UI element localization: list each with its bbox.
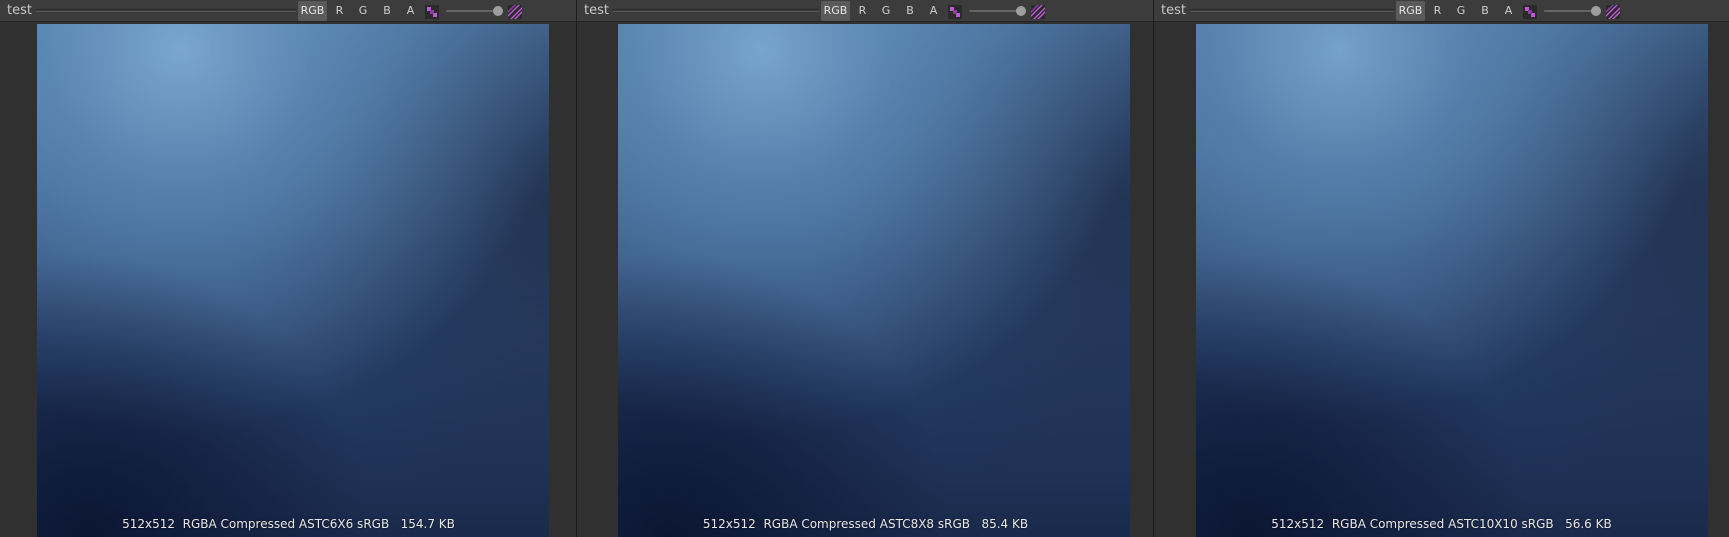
texture-preview-image: [1196, 24, 1708, 537]
channel-button-r[interactable]: R: [852, 1, 873, 21]
checker-alpha-icon[interactable]: [1523, 4, 1537, 19]
channel-button-a[interactable]: A: [400, 1, 421, 21]
channel-button-rgb[interactable]: RGB: [1396, 1, 1425, 21]
mip-slider-track[interactable]: [446, 10, 500, 12]
checker-background-icon[interactable]: [1031, 4, 1045, 19]
mip-slider-track[interactable]: [969, 10, 1023, 12]
texture-preview-image: [37, 24, 549, 537]
channel-button-rgb[interactable]: RGB: [298, 1, 327, 21]
toolbar-drag-handle[interactable]: [1190, 9, 1394, 12]
channel-button-r[interactable]: R: [1427, 1, 1448, 21]
channel-button-g[interactable]: G: [875, 1, 897, 21]
preview-toolbar: test RGB R G B A: [1154, 0, 1729, 22]
preview-toolbar: test RGB R G B A: [577, 0, 1154, 22]
toolbar-drag-handle[interactable]: [36, 9, 296, 12]
preview-title: test: [7, 3, 32, 18]
channel-button-a[interactable]: A: [1498, 1, 1519, 21]
mip-slider-knob[interactable]: [1591, 6, 1601, 16]
preview-pane-astc10x10: test RGB R G B A 512x512 RGBA Compressed…: [1154, 0, 1729, 537]
channel-button-g[interactable]: G: [1450, 1, 1472, 21]
channel-button-b[interactable]: B: [376, 1, 398, 21]
mip-slider-knob[interactable]: [493, 6, 503, 16]
checker-alpha-icon[interactable]: [425, 4, 439, 19]
preview-title: test: [584, 3, 609, 18]
channel-button-b[interactable]: B: [1474, 1, 1496, 21]
texture-info-label: 512x512 RGBA Compressed ASTC8X8 sRGB 85.…: [702, 517, 1029, 531]
channel-button-rgb[interactable]: RGB: [821, 1, 850, 21]
preview-pane-astc8x8: test RGB R G B A 512x512 RGBA Compressed…: [577, 0, 1154, 537]
texture-preview-image: [618, 24, 1130, 537]
texture-info-label: 512x512 RGBA Compressed ASTC10X10 sRGB 5…: [1271, 517, 1612, 531]
channel-button-b[interactable]: B: [899, 1, 921, 21]
preview-toolbar: test RGB R G B A: [0, 0, 577, 22]
channel-button-a[interactable]: A: [923, 1, 944, 21]
preview-pane-astc6x6: test RGB R G B A 512x512 RGBA Compressed…: [0, 0, 577, 537]
channel-button-r[interactable]: R: [329, 1, 350, 21]
toolbar-drag-handle[interactable]: [613, 9, 819, 12]
checker-background-icon[interactable]: [1606, 4, 1620, 19]
mip-slider-knob[interactable]: [1016, 6, 1026, 16]
checker-background-icon[interactable]: [508, 4, 522, 19]
texture-preview-window: test RGB R G B A 512x512 RGBA Compressed…: [0, 0, 1729, 537]
mip-slider-track[interactable]: [1544, 10, 1598, 12]
checker-alpha-icon[interactable]: [948, 4, 962, 19]
channel-button-g[interactable]: G: [352, 1, 374, 21]
preview-title: test: [1161, 3, 1186, 18]
texture-info-label: 512x512 RGBA Compressed ASTC6X6 sRGB 154…: [122, 517, 455, 531]
